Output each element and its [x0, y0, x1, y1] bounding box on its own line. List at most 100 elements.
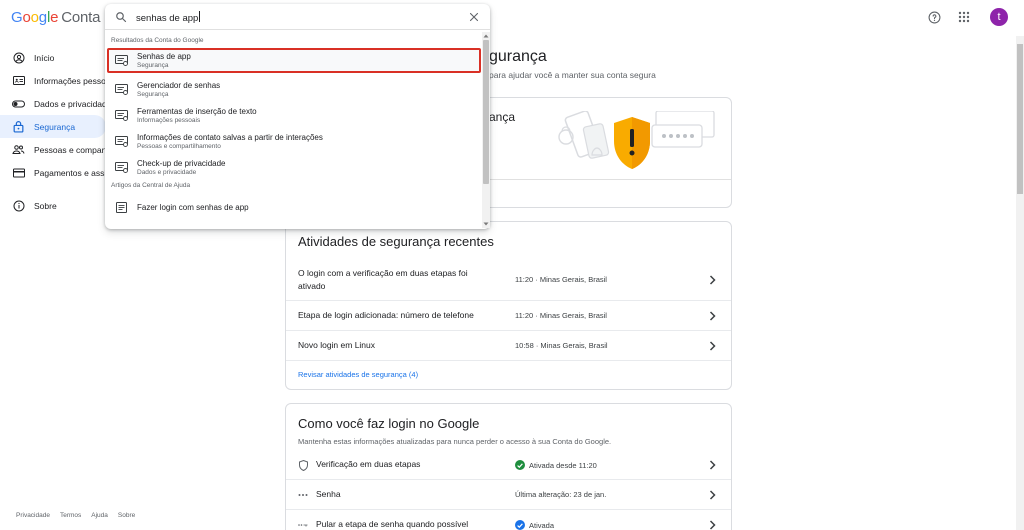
settings-page-icon	[115, 162, 128, 173]
sidebar-item-label: Dados e privacidade	[34, 98, 106, 109]
activity-meta: 10:58 · Minas Gerais, Brasil	[515, 341, 608, 350]
card-title: Como você faz login no Google	[298, 416, 480, 431]
footer-link-sobre[interactable]: Sobre	[118, 512, 135, 519]
signin-row-password[interactable]: Senha Última alteração: 23 de jan.	[286, 480, 731, 510]
signin-status: Última alteração: 23 de jan.	[515, 490, 606, 499]
signin-status-text: Ativada desde 11:20	[529, 460, 597, 470]
page-subtitle: para ajudar você a manter sua conta segu…	[489, 70, 656, 80]
text-caret	[199, 11, 201, 22]
sidebar-item-sobre[interactable]: Sobre	[0, 194, 106, 217]
sidebar-item-pagamentos-e-assinaturas[interactable]: Pagamentos e assinaturas	[0, 161, 106, 184]
scroll-up-arrow-icon[interactable]	[483, 33, 489, 39]
logo-letter: e	[50, 9, 59, 26]
signin-label: Pular a etapa de senha quando possível	[316, 519, 469, 529]
logo-letter: o	[30, 9, 39, 26]
search-input[interactable]: senhas de app	[136, 11, 201, 24]
logo-letter: g	[38, 9, 47, 26]
result-title: Gerenciador de senhas	[137, 81, 221, 90]
settings-page-icon	[115, 84, 128, 95]
credit-card-icon	[12, 166, 25, 179]
result-title: Ferramentas de inserção de texto	[137, 107, 257, 116]
scroll-down-arrow-icon[interactable]	[483, 221, 489, 227]
sidebar-item-inicio[interactable]: Início	[0, 46, 106, 69]
page-scrollbar[interactable]	[1016, 36, 1024, 530]
search-result-senhas-de-app[interactable]: Senhas de app Segurança	[107, 48, 481, 73]
footer-link-ajuda[interactable]: Ajuda	[91, 512, 108, 519]
chevron-right-icon	[707, 520, 717, 530]
check-badge-icon	[515, 520, 525, 530]
chevron-right-icon	[707, 310, 717, 321]
lock-icon	[12, 120, 25, 133]
activity-meta: 11:20 · Minas Gerais, Brasil	[515, 311, 607, 320]
help-result-fazer-login-com-senhas-de-app[interactable]: Fazer login com senhas de app	[107, 195, 481, 220]
card-title: Atividades de segurança recentes	[298, 234, 494, 249]
check-circle-icon	[515, 460, 525, 470]
help-icon[interactable]	[924, 7, 944, 27]
footer-links: Privacidade Termos Ajuda Sobre	[16, 512, 135, 519]
search-result-ferramentas-de-insercao[interactable]: Ferramentas de inserção de texto Informa…	[107, 103, 481, 128]
close-icon[interactable]	[468, 11, 480, 23]
toggle-icon	[12, 97, 25, 110]
scrollbar-thumb[interactable]	[483, 40, 489, 184]
chevron-right-icon	[707, 340, 717, 351]
chevron-right-icon	[707, 274, 717, 285]
signin-status: Ativada desde 11:20	[515, 460, 597, 470]
section-header-account-results: Resultados da Conta do Google	[111, 37, 204, 44]
id-card-icon	[12, 74, 25, 87]
sidebar-item-dados-e-privacidade[interactable]: Dados e privacidade	[0, 92, 106, 115]
apps-grid-icon[interactable]	[954, 7, 974, 27]
search-panel: senhas de app Resultados da Conta do Goo…	[105, 4, 490, 229]
logo-letter: G	[11, 9, 23, 26]
sidebar-item-label: Segurança	[34, 121, 76, 132]
result-title: Senhas de app	[137, 52, 191, 61]
recent-security-activity-card: Atividades de segurança recentes O login…	[285, 221, 732, 390]
account-circle-icon	[12, 51, 25, 64]
sidebar-item-informacoes-pessoais[interactable]: Informações pessoais	[0, 69, 106, 92]
search-bar: senhas de app	[105, 4, 490, 30]
search-result-informacoes-de-contato[interactable]: Informações de contato salvas a partir d…	[107, 129, 481, 154]
search-icon	[116, 12, 127, 23]
password-dots-icon	[298, 489, 308, 501]
chevron-right-icon	[707, 460, 717, 470]
activity-row[interactable]: Novo login em Linux 10:58 · Minas Gerais…	[286, 331, 731, 361]
signin-status-text: Última alteração: 23 de jan.	[515, 490, 607, 499]
settings-page-icon	[115, 136, 128, 147]
signin-row-two-step[interactable]: Verificação em duas etapas Ativada desde…	[286, 450, 731, 480]
footer-link-termos[interactable]: Termos	[60, 512, 81, 519]
settings-page-icon	[115, 55, 128, 66]
result-title: Check-up de privacidade	[137, 159, 226, 168]
info-icon	[12, 199, 25, 212]
search-result-check-up-de-privacidade[interactable]: Check-up de privacidade Dados e privacid…	[107, 155, 481, 180]
article-icon	[116, 202, 127, 213]
result-subtitle: Informações pessoais	[137, 117, 201, 124]
sidebar-item-seguranca[interactable]: Segurança	[0, 115, 106, 138]
dropdown-scrollbar[interactable]	[482, 32, 490, 228]
search-result-gerenciador-de-senhas[interactable]: Gerenciador de senhas Segurança	[107, 77, 481, 102]
activity-label: Etapa de login adicionada: número de tel…	[298, 310, 474, 320]
sidebar-item-label: Informações pessoais	[34, 75, 106, 86]
people-icon	[12, 143, 25, 156]
footer-link-privacidade[interactable]: Privacidade	[16, 512, 50, 519]
activity-label: Novo login em Linux	[298, 340, 376, 350]
signin-label: Verificação em duas etapas	[316, 459, 421, 469]
activity-row[interactable]: Etapa de login adicionada: número de tel…	[286, 301, 731, 331]
avatar[interactable]: t	[990, 8, 1008, 26]
activity-label: O login com a verificação em duas etapas…	[298, 267, 468, 291]
section-header-help-articles: Artigos da Central de Ajuda	[111, 182, 191, 189]
scrollbar-thumb[interactable]	[1017, 44, 1023, 194]
result-title: Fazer login com senhas de app	[137, 203, 249, 212]
signin-status: Ativada	[515, 520, 554, 530]
card-title: ança	[489, 110, 516, 124]
google-account-logo[interactable]: Google Conta	[11, 9, 100, 26]
signin-label: Senha	[316, 489, 341, 499]
sidebar-item-pessoas-e-compartilhamento[interactable]: Pessoas e compartilhamento	[0, 138, 106, 161]
passkey-icon	[298, 519, 308, 530]
header-actions: t	[924, 7, 1008, 27]
sidebar-item-label: Sobre	[34, 200, 57, 211]
sidebar: Início Informações pessoais Dados e priv…	[0, 46, 106, 217]
review-activity-link[interactable]: Revisar atividades de segurança (4)	[298, 370, 418, 379]
sidebar-item-label: Pessoas e compartilhamento	[34, 144, 106, 155]
signin-row-passkey[interactable]: Pular a etapa de senha quando possível A…	[286, 510, 731, 530]
sidebar-item-label: Pagamentos e assinaturas	[34, 167, 106, 178]
activity-row[interactable]: O login com a verificação em duas etapas…	[286, 259, 731, 301]
